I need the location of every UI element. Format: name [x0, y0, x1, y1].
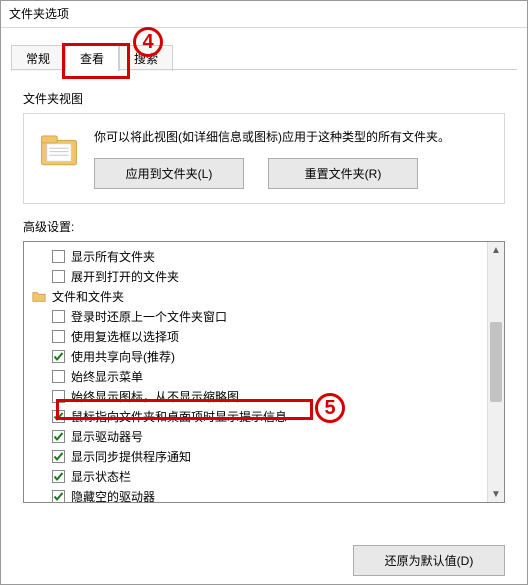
folder-view-button-row: 应用到文件夹(L) 重置文件夹(R)	[94, 158, 490, 189]
restore-defaults-button[interactable]: 还原为默认值(D)	[353, 545, 505, 576]
tree-item[interactable]: 显示状态栏	[32, 466, 484, 486]
tree-item[interactable]: 鼠标指向文件夹和桌面项时显示提示信息	[32, 406, 484, 426]
tree-item[interactable]: 隐藏空的驱动器	[32, 486, 484, 502]
tree-item[interactable]: 登录时还原上一个文件夹窗口	[32, 306, 484, 326]
folder-view-description: 你可以将此视图(如详细信息或图标)应用于这种类型的所有文件夹。	[94, 128, 490, 146]
folder-view-group: 文件夹视图 你可以将此视图(如详细信息或图标)应用于这种类型的所有文件夹。	[23, 90, 505, 204]
folder-options-dialog: 文件夹选项 常规 查看 搜索 4 文件夹视图	[0, 0, 528, 585]
tree-item-label: 展开到打开的文件夹	[71, 268, 179, 285]
tree-item[interactable]: 始终显示图标，从不显示缩略图	[32, 386, 484, 406]
tab-strip: 常规 查看 搜索	[1, 28, 527, 70]
scroll-down-arrow[interactable]: ▼	[488, 486, 504, 502]
tree-item-label: 登录时还原上一个文件夹窗口	[71, 308, 227, 325]
checkbox-icon[interactable]	[52, 430, 65, 443]
tree-scrollbar[interactable]: ▲ ▼	[487, 242, 504, 502]
advanced-settings-label: 高级设置:	[23, 218, 505, 235]
folder-view-frame: 你可以将此视图(如详细信息或图标)应用于这种类型的所有文件夹。 应用到文件夹(L…	[23, 113, 505, 204]
tree-item[interactable]: 使用共享向导(推荐)	[32, 346, 484, 366]
tree-item[interactable]: 显示所有文件夹	[32, 246, 484, 266]
checkbox-icon[interactable]	[52, 410, 65, 423]
folder-view-heading: 文件夹视图	[23, 90, 505, 107]
tree-item: 文件和文件夹	[32, 286, 484, 306]
tree-item-label: 隐藏空的驱动器	[71, 488, 155, 503]
tree-item-label: 显示驱动器号	[71, 428, 143, 445]
tree-item-label: 显示状态栏	[71, 468, 131, 485]
reset-folders-button[interactable]: 重置文件夹(R)	[268, 158, 418, 189]
tree-item-label: 使用共享向导(推荐)	[71, 348, 175, 365]
checkbox-icon[interactable]	[52, 350, 65, 363]
tree-item[interactable]: 始终显示菜单	[32, 366, 484, 386]
tree-item-label: 文件和文件夹	[52, 288, 124, 305]
tree-item[interactable]: 展开到打开的文件夹	[32, 266, 484, 286]
tree-item-label: 始终显示图标，从不显示缩略图	[71, 388, 239, 405]
apply-to-folders-button[interactable]: 应用到文件夹(L)	[94, 158, 244, 189]
checkbox-icon[interactable]	[52, 310, 65, 323]
checkbox-icon[interactable]	[52, 370, 65, 383]
checkbox-icon[interactable]	[52, 470, 65, 483]
checkbox-icon[interactable]	[52, 450, 65, 463]
checkbox-icon[interactable]	[52, 270, 65, 283]
tree-item-label: 显示所有文件夹	[71, 248, 155, 265]
tree-item[interactable]: 显示驱动器号	[32, 426, 484, 446]
folder-small-icon	[32, 289, 46, 303]
content-area: 文件夹视图 你可以将此视图(如详细信息或图标)应用于这种类型的所有文件夹。	[1, 70, 527, 503]
tab-general[interactable]: 常规	[11, 45, 65, 71]
tree-item[interactable]: 显示同步提供程序通知	[32, 446, 484, 466]
tree-item-label: 显示同步提供程序通知	[71, 448, 191, 465]
scroll-up-arrow[interactable]: ▲	[488, 242, 504, 258]
checkbox-icon[interactable]	[52, 250, 65, 263]
tree-item-label: 始终显示菜单	[71, 368, 143, 385]
tree-item-label: 使用复选框以选择项	[71, 328, 179, 345]
tree-item-label: 鼠标指向文件夹和桌面项时显示提示信息	[71, 408, 287, 425]
tab-view[interactable]: 查看	[65, 45, 119, 71]
window-title: 文件夹选项	[1, 1, 527, 28]
folder-icon	[38, 128, 80, 170]
footer: 还原为默认值(D)	[353, 545, 505, 576]
tab-search[interactable]: 搜索	[119, 45, 173, 71]
folder-view-right: 你可以将此视图(如详细信息或图标)应用于这种类型的所有文件夹。 应用到文件夹(L…	[94, 128, 490, 189]
tree-viewport: 显示所有文件夹展开到打开的文件夹文件和文件夹登录时还原上一个文件夹窗口使用复选框…	[24, 242, 488, 502]
scrollbar-thumb[interactable]	[490, 322, 502, 402]
checkbox-icon[interactable]	[52, 390, 65, 403]
tree-item[interactable]: 使用复选框以选择项	[32, 326, 484, 346]
checkbox-icon[interactable]	[52, 330, 65, 343]
checkbox-icon[interactable]	[52, 490, 65, 503]
advanced-settings-tree: 显示所有文件夹展开到打开的文件夹文件和文件夹登录时还原上一个文件夹窗口使用复选框…	[23, 241, 505, 503]
